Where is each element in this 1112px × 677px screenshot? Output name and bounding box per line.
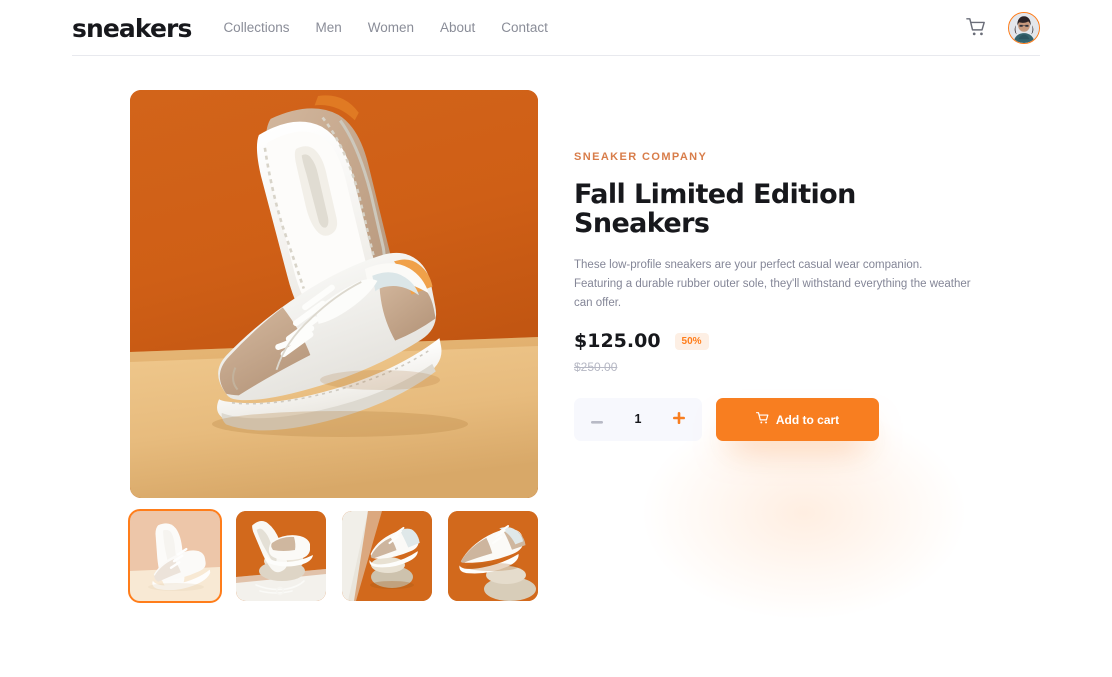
nav-item-women[interactable]: Women	[368, 21, 414, 35]
increment-button[interactable]	[672, 412, 687, 427]
decrement-button[interactable]	[589, 412, 604, 427]
sneaker-photo-main	[130, 90, 538, 498]
nav-item-men[interactable]: Men	[315, 21, 341, 35]
thumbnail-4[interactable]	[448, 511, 538, 601]
header-actions	[964, 12, 1040, 44]
quantity-stepper: 1	[574, 398, 702, 442]
thumbnail-3[interactable]	[342, 511, 432, 601]
header-divider	[72, 55, 1040, 56]
thumbnail-2[interactable]	[236, 511, 326, 601]
nav-item-about[interactable]: About	[440, 21, 475, 35]
shopping-cart-icon	[966, 17, 986, 40]
user-avatar-image	[1009, 13, 1039, 43]
thumbnail-list	[128, 509, 538, 603]
purchase-controls: 1 Add to cart	[574, 398, 978, 619]
quantity-value: 1	[634, 412, 642, 427]
avatar[interactable]	[1008, 12, 1040, 44]
product-brand: SNEAKER COMPANY	[574, 151, 708, 163]
page-title: Fall Limited Edition Sneakers	[574, 179, 856, 240]
add-to-cart-button[interactable]: Add to cart	[716, 398, 879, 442]
nav-item-collections[interactable]: Collections	[223, 21, 289, 35]
sneaker-photo-thumb-4	[448, 511, 538, 601]
product-description: These low-profile sneakers are your perf…	[574, 259, 971, 309]
original-price: $250.00	[574, 360, 618, 375]
main-navigation: Collections Men Women About Contact	[223, 21, 547, 35]
site-header: sneakers Collections Men Women About Con…	[0, 0, 1112, 56]
nav-item-contact[interactable]: Contact	[501, 21, 548, 35]
cart-icon	[755, 412, 769, 427]
discount-badge: 50%	[674, 333, 709, 351]
sneaker-photo-thumb-2	[236, 511, 326, 601]
thumbnail-1[interactable]	[128, 509, 222, 603]
site-logo[interactable]: sneakers	[72, 16, 192, 41]
sneaker-photo-thumb-1	[130, 511, 220, 601]
product-page: sneakers Collections Men Women About Con…	[0, 0, 1112, 677]
plus-icon	[673, 412, 686, 427]
product-info: SNEAKER COMPANY Fall Limited Edition Sne…	[574, 151, 978, 619]
add-to-cart-label: Add to cart	[775, 412, 840, 427]
current-price: $125.00	[574, 330, 661, 353]
main-product-image[interactable]	[130, 90, 538, 498]
sneaker-photo-thumb-3	[342, 511, 432, 601]
minus-icon	[590, 412, 603, 427]
cart-button[interactable]	[964, 16, 988, 40]
price-row: $125.00 50%	[574, 332, 978, 351]
product-gallery	[128, 90, 538, 603]
